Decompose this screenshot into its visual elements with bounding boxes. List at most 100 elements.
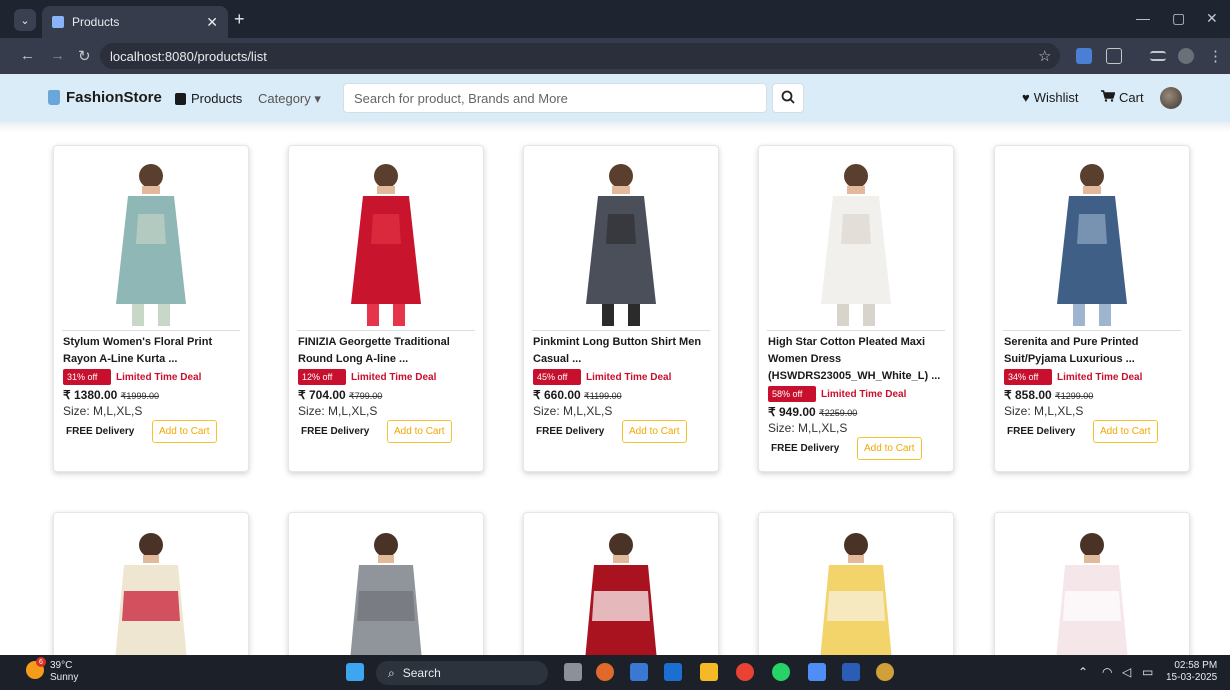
- back-arrow-icon[interactable]: ←: [20, 47, 35, 64]
- product-card[interactable]: [523, 512, 719, 672]
- product-name[interactable]: Stylum Women's Floral Print Rayon A-Line…: [63, 334, 241, 368]
- deal-label: Limited Time Deal: [821, 388, 907, 400]
- navbar-shadow: [0, 122, 1230, 132]
- product-image[interactable]: [297, 154, 475, 330]
- product-name-line: Women Dress: [768, 353, 842, 365]
- product-card[interactable]: [53, 512, 249, 672]
- reading-list-icon[interactable]: [1150, 51, 1166, 61]
- product-name-line: Rayon A-Line Kurta ...: [63, 353, 178, 365]
- nav-products-link[interactable]: Products: [175, 91, 242, 106]
- close-window-icon[interactable]: ✕: [1206, 10, 1218, 27]
- defender-shield-icon[interactable]: [664, 663, 682, 681]
- product-name[interactable]: FINIZIA Georgette Traditional Round Long…: [298, 334, 476, 368]
- free-delivery-label: FREE Delivery: [66, 426, 135, 437]
- product-image[interactable]: [1003, 154, 1181, 330]
- product-card[interactable]: [994, 512, 1190, 672]
- product-name[interactable]: Serenita and Pure Printed Suit/Pyjama Lu…: [1004, 334, 1182, 368]
- volume-icon[interactable]: ◁: [1122, 665, 1131, 679]
- extension-icon[interactable]: [1076, 48, 1092, 64]
- product-sizes: Size: M,L,XL,S: [63, 404, 143, 418]
- product-mrp: ₹1199.00: [584, 391, 622, 401]
- card-actions: FREE Delivery Add to Cart: [533, 420, 711, 443]
- free-delivery-label: FREE Delivery: [1007, 426, 1076, 437]
- add-to-cart-button[interactable]: Add to Cart: [622, 420, 687, 443]
- product-card[interactable]: Serenita and Pure Printed Suit/Pyjama Lu…: [994, 145, 1190, 472]
- start-windows-icon[interactable]: [346, 663, 364, 681]
- widgets-icon[interactable]: [596, 663, 614, 681]
- product-sizes: Size: M,L,XL,S: [1004, 404, 1084, 418]
- chrome-icon[interactable]: [736, 663, 754, 681]
- product-image[interactable]: [767, 521, 945, 671]
- bookmark-star-icon[interactable]: ☆: [1038, 47, 1051, 65]
- product-card[interactable]: High Star Cotton Pleated Maxi Women Dres…: [758, 145, 954, 472]
- product-mrp: ₹1299.00: [1055, 391, 1094, 401]
- battery-icon[interactable]: ▭: [1142, 665, 1153, 679]
- product-name-line: Suit/Pyjama Luxurious ...: [1004, 353, 1135, 365]
- search-input[interactable]: [343, 83, 767, 113]
- product-image[interactable]: [532, 521, 710, 671]
- card-divider: [1003, 330, 1181, 331]
- bag-icon: [175, 92, 186, 105]
- product-image[interactable]: [532, 154, 710, 330]
- app-rocket-icon[interactable]: [808, 663, 826, 681]
- wifi-icon[interactable]: ◠: [1102, 665, 1112, 679]
- brand-logo[interactable]: FashionStore: [48, 89, 162, 106]
- profile-icon[interactable]: [1178, 48, 1194, 64]
- settings-gear-icon[interactable]: [876, 663, 894, 681]
- product-image[interactable]: [1003, 521, 1181, 671]
- product-sizes: Size: M,L,XL,S: [298, 404, 378, 418]
- search-button[interactable]: [772, 83, 804, 113]
- heart-icon: ♥: [1022, 90, 1030, 105]
- weather-widget[interactable]: 39°C Sunny: [50, 660, 78, 684]
- add-to-cart-button[interactable]: Add to Cart: [857, 437, 922, 460]
- browser-tab[interactable]: Products ✕: [42, 6, 228, 38]
- browser-menu-icon[interactable]: ⋮: [1208, 47, 1223, 65]
- word-icon[interactable]: [842, 663, 860, 681]
- wishlist-link[interactable]: ♥ Wishlist: [1022, 90, 1079, 105]
- minimize-icon[interactable]: —: [1136, 10, 1150, 26]
- task-view-icon[interactable]: [564, 663, 582, 681]
- tab-search-chevron-icon[interactable]: ⌄: [14, 9, 36, 31]
- product-card[interactable]: Pinkmint Long Button Shirt Men Casual ..…: [523, 145, 719, 472]
- cart-link[interactable]: Cart: [1101, 90, 1144, 105]
- close-tab-icon[interactable]: ✕: [206, 14, 218, 31]
- card-actions: FREE Delivery Add to Cart: [768, 437, 946, 460]
- add-to-cart-button[interactable]: Add to Cart: [1093, 420, 1158, 443]
- product-card[interactable]: FINIZIA Georgette Traditional Round Long…: [288, 145, 484, 472]
- product-image[interactable]: [767, 154, 945, 330]
- browser-toolbar: ← → ↻ i localhost:8080/products/list ☆ ⋮: [0, 38, 1230, 245]
- user-avatar[interactable]: [1160, 87, 1182, 109]
- product-card[interactable]: [288, 512, 484, 672]
- product-image[interactable]: [62, 521, 240, 671]
- price-row: ₹ 660.00 ₹1199.00: [533, 388, 711, 402]
- category-dropdown[interactable]: Category ▾: [258, 91, 321, 107]
- discount-badge: 34% off: [1004, 369, 1052, 385]
- reload-icon[interactable]: ↻: [78, 47, 91, 65]
- add-to-cart-button[interactable]: Add to Cart: [152, 420, 217, 443]
- deal-row: 31% off Limited Time Deal: [63, 369, 241, 385]
- product-image[interactable]: [297, 521, 475, 671]
- product-name[interactable]: Pinkmint Long Button Shirt Men Casual ..…: [533, 334, 711, 368]
- tray-chevron-up-icon[interactable]: ⌃: [1078, 665, 1088, 679]
- taskbar-search[interactable]: ⌕ Search: [376, 661, 548, 685]
- whatsapp-icon[interactable]: [772, 663, 790, 681]
- address-bar[interactable]: i localhost:8080/products/list: [100, 43, 1060, 245]
- product-name-line: Pinkmint Long Button Shirt Men: [533, 336, 702, 348]
- product-card[interactable]: [758, 512, 954, 672]
- restore-icon[interactable]: ▢: [1172, 10, 1185, 27]
- product-mrp: ₹2259.00: [819, 408, 858, 418]
- extensions-puzzle-icon[interactable]: [1106, 48, 1122, 64]
- card-actions: FREE Delivery Add to Cart: [1004, 420, 1182, 443]
- product-name[interactable]: High Star Cotton Pleated Maxi Women Dres…: [768, 334, 946, 385]
- deal-row: 34% off Limited Time Deal: [1004, 369, 1182, 385]
- product-info: High Star Cotton Pleated Maxi Women Dres…: [768, 334, 946, 460]
- product-card[interactable]: Stylum Women's Floral Print Rayon A-Line…: [53, 145, 249, 472]
- store-icon[interactable]: [630, 663, 648, 681]
- new-tab-plus-icon[interactable]: +: [234, 9, 245, 30]
- add-to-cart-button[interactable]: Add to Cart: [387, 420, 452, 443]
- discount-badge: 12% off: [298, 369, 346, 385]
- forward-arrow-icon[interactable]: →: [50, 47, 65, 64]
- system-clock[interactable]: 02:58 PM 15-03-2025: [1166, 660, 1217, 684]
- file-explorer-icon[interactable]: [700, 663, 718, 681]
- product-image[interactable]: [62, 154, 240, 330]
